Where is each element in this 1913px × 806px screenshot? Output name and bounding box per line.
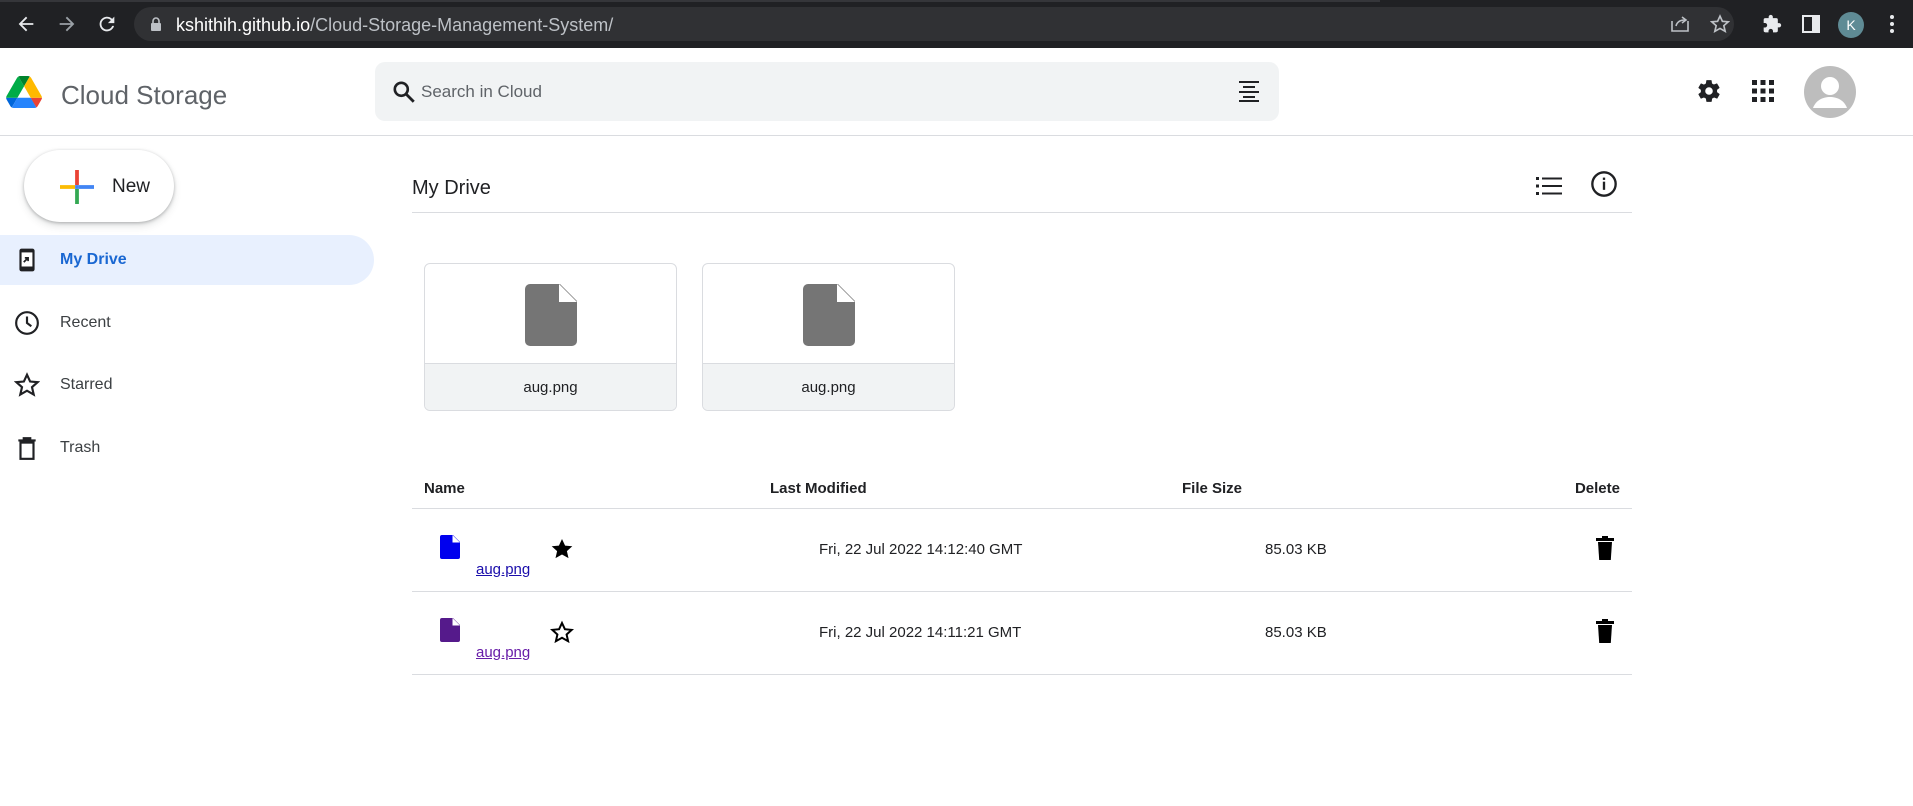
sidebar-item-label: Recent <box>60 314 111 331</box>
app-header: Cloud Storage <box>0 48 1913 136</box>
sidebar-item-recent[interactable]: Recent <box>0 298 374 348</box>
files-table: Name Last Modified File Size Delete aug.… <box>412 470 1632 675</box>
name-cell: aug.png <box>412 508 767 592</box>
account-avatar-icon[interactable] <box>1804 66 1856 118</box>
quick-access-name: aug.png <box>703 364 954 410</box>
settings-gear-icon[interactable] <box>1696 78 1722 104</box>
file-size-cell: 85.03 KB <box>1179 508 1509 592</box>
file-icon <box>440 617 460 642</box>
table-header-row: Name Last Modified File Size Delete <box>412 470 1632 509</box>
file-link[interactable]: aug.png <box>476 644 530 661</box>
file-icon <box>525 284 577 346</box>
sidebar-item-label: Trash <box>60 439 101 456</box>
star-outline-icon <box>14 372 40 398</box>
title-divider <box>412 212 1632 213</box>
clock-icon <box>14 310 40 336</box>
column-header-delete: Delete <box>1509 470 1632 509</box>
page-title: My Drive <box>412 177 491 199</box>
menu-icon[interactable] <box>1880 12 1904 36</box>
plus-icon <box>60 170 94 204</box>
url-text: kshithih.github.io/Cloud-Storage-Managem… <box>176 15 613 36</box>
table-row: aug.png Fri, 22 Jul 2022 14:11:21 GMT 85… <box>412 591 1632 675</box>
back-icon[interactable] <box>14 12 38 36</box>
trash-icon <box>14 435 40 461</box>
file-icon <box>803 284 855 346</box>
column-header-last-modified[interactable]: Last Modified <box>767 470 1179 509</box>
sidebar-item-label: My Drive <box>60 251 127 268</box>
profile-initial: K <box>1846 17 1856 33</box>
delete-cell <box>1509 591 1632 675</box>
column-header-file-size[interactable]: File Size <box>1179 470 1509 509</box>
delete-icon[interactable] <box>1596 535 1614 560</box>
bookmark-star-icon[interactable] <box>1710 14 1730 34</box>
drive-logo-icon[interactable] <box>6 76 42 108</box>
file-size-cell: 85.03 KB <box>1179 591 1509 675</box>
forward-icon[interactable] <box>55 12 79 36</box>
list-view-icon[interactable] <box>1536 176 1562 196</box>
quick-access-card[interactable]: aug.png <box>424 263 677 411</box>
file-thumbnail <box>703 264 954 364</box>
sidebar-item-trash[interactable]: Trash <box>0 423 374 473</box>
star-outline-icon[interactable] <box>550 620 574 644</box>
file-icon <box>440 534 460 559</box>
browser-toolbar: kshithih.github.io/Cloud-Storage-Managem… <box>0 0 1913 48</box>
new-button[interactable]: New <box>24 150 174 222</box>
last-modified-cell: Fri, 22 Jul 2022 14:11:21 GMT <box>767 591 1179 675</box>
browser-profile-avatar[interactable]: K <box>1838 12 1864 38</box>
url-path: /Cloud-Storage-Management-System/ <box>310 15 614 35</box>
column-header-name[interactable]: Name <box>412 470 767 509</box>
my-drive-icon <box>14 247 40 273</box>
quick-access-card[interactable]: aug.png <box>702 263 955 411</box>
share-icon[interactable] <box>1670 15 1690 33</box>
last-modified-cell: Fri, 22 Jul 2022 14:12:40 GMT <box>767 508 1179 592</box>
url-host: kshithih.github.io <box>176 15 311 35</box>
quick-access-name: aug.png <box>425 364 676 410</box>
delete-cell <box>1509 508 1632 592</box>
file-thumbnail <box>425 264 676 364</box>
sidebar-item-my-drive[interactable]: My Drive <box>0 235 374 285</box>
delete-icon[interactable] <box>1596 618 1614 643</box>
name-cell: aug.png <box>412 591 767 675</box>
sidebar-item-starred[interactable]: Starred <box>0 360 374 410</box>
sidebar-item-label: Starred <box>60 376 113 393</box>
search-icon[interactable] <box>391 79 417 105</box>
file-link[interactable]: aug.png <box>476 561 530 578</box>
address-bar[interactable]: kshithih.github.io/Cloud-Storage-Managem… <box>134 7 1734 41</box>
search-input[interactable] <box>421 77 1181 107</box>
search-bar <box>375 62 1279 121</box>
tab-strip-edge <box>0 0 1380 2</box>
star-filled-icon[interactable] <box>550 537 574 561</box>
search-options-icon[interactable] <box>1237 79 1261 103</box>
table-row: aug.png Fri, 22 Jul 2022 14:12:40 GMT 85… <box>412 508 1632 592</box>
info-icon[interactable] <box>1590 170 1618 198</box>
side-panel-icon[interactable] <box>1799 12 1823 36</box>
apps-grid-icon[interactable] <box>1752 80 1774 102</box>
app-title: Cloud Storage <box>61 80 228 110</box>
lock-icon[interactable] <box>150 17 162 31</box>
new-button-label: New <box>112 176 151 197</box>
reload-icon[interactable] <box>95 12 119 36</box>
extensions-icon[interactable] <box>1760 12 1784 36</box>
